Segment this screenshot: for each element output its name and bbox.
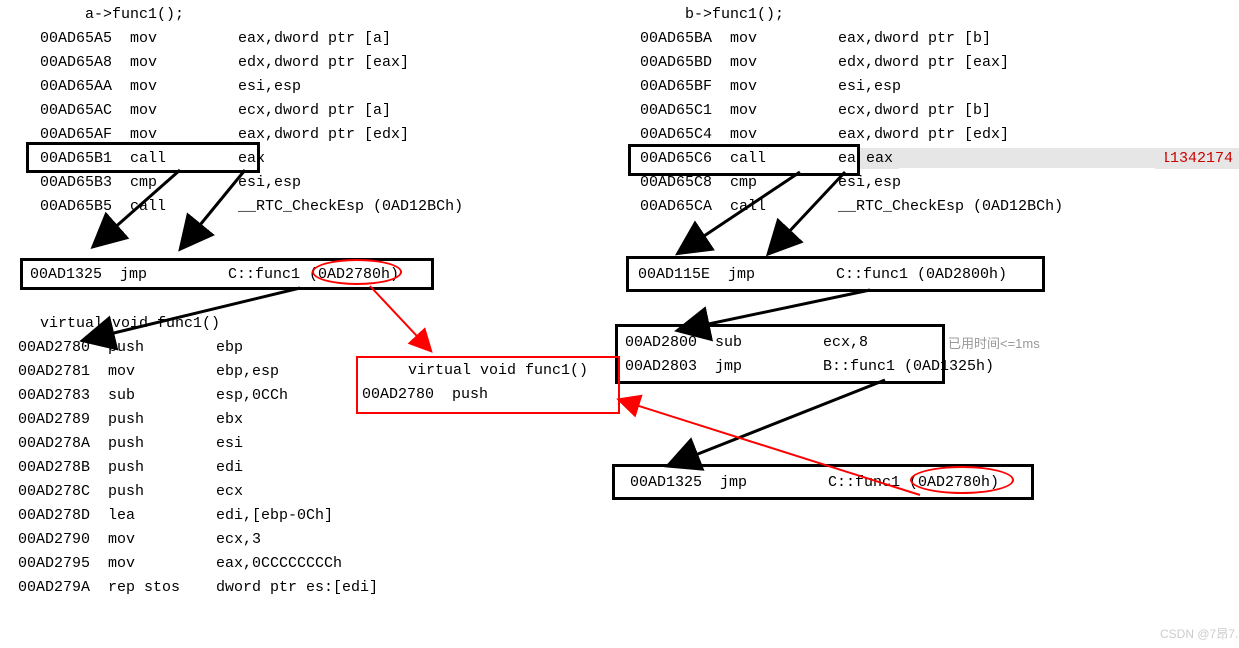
- eax-tooltip-value: 11342174: [1155, 148, 1239, 169]
- left-body-8: 00AD2790 mov ecx,3: [18, 531, 261, 548]
- left-line-1: 00AD65A8 mov edx,dword ptr [eax]: [40, 54, 409, 71]
- left-line-7: 00AD65B5 call __RTC_CheckEsp (0AD12BCh): [40, 198, 463, 215]
- right-line-4: 00AD65C4 mov eax,dword ptr [edx]: [640, 126, 1009, 143]
- right-jmp1-box: [626, 256, 1045, 292]
- left-call-box: [26, 142, 260, 173]
- left-body-10: 00AD279A rep stos dword ptr es:[edi]: [18, 579, 378, 596]
- left-line-4: 00AD65AF mov eax,dword ptr [edx]: [40, 126, 409, 143]
- left-body-0: 00AD2780 push ebp: [18, 339, 243, 356]
- right-title: b->func1();: [685, 6, 784, 23]
- center-push: 00AD2780 push: [362, 386, 488, 403]
- right-sub-box: [615, 324, 945, 384]
- left-line-0: 00AD65A5 mov eax,dword ptr [a]: [40, 30, 391, 47]
- left-body-9: 00AD2795 mov eax,0CCCCCCCCh: [18, 555, 342, 572]
- left-line-2: 00AD65AA mov esi,esp: [40, 78, 301, 95]
- left-body-4: 00AD278A push esi: [18, 435, 243, 452]
- center-virt-title: virtual void func1(): [408, 362, 588, 379]
- timing-label: 已用时间<=1ms: [948, 333, 1040, 352]
- left-body-5: 00AD278B push edi: [18, 459, 243, 476]
- left-body-6: 00AD278C push ecx: [18, 483, 243, 500]
- watermark: CSDN @7昂7.: [1160, 625, 1238, 642]
- left-title: a->func1();: [85, 6, 184, 23]
- right-line-3: 00AD65C1 mov ecx,dword ptr [b]: [640, 102, 991, 119]
- right-line-6: 00AD65C8 cmp esi,esp: [640, 174, 901, 191]
- right-line-1: 00AD65BD mov edx,dword ptr [eax]: [640, 54, 1009, 71]
- left-body-7: 00AD278D lea edi,[ebp-0Ch]: [18, 507, 333, 524]
- left-body-1: 00AD2781 mov ebp,esp: [18, 363, 279, 380]
- left-body-3: 00AD2789 push ebx: [18, 411, 243, 428]
- left-body-2: 00AD2783 sub esp,0CCh: [18, 387, 288, 404]
- right-oval-red: [910, 466, 1014, 494]
- right-line-2: 00AD65BF mov esi,esp: [640, 78, 901, 95]
- left-line-3: 00AD65AC mov ecx,dword ptr [a]: [40, 102, 391, 119]
- left-oval-red: [312, 259, 402, 285]
- right-call-box: [628, 144, 860, 176]
- right-line-0: 00AD65BA mov eax,dword ptr [b]: [640, 30, 991, 47]
- left-virt-title: virtual void func1(): [40, 315, 220, 332]
- eax-tooltip-label: eax: [860, 148, 899, 169]
- right-line-7: 00AD65CA call __RTC_CheckEsp (0AD12BCh): [640, 198, 1063, 215]
- left-line-6: 00AD65B3 cmp esi,esp: [40, 174, 301, 191]
- tooltip-bg: [895, 148, 1165, 168]
